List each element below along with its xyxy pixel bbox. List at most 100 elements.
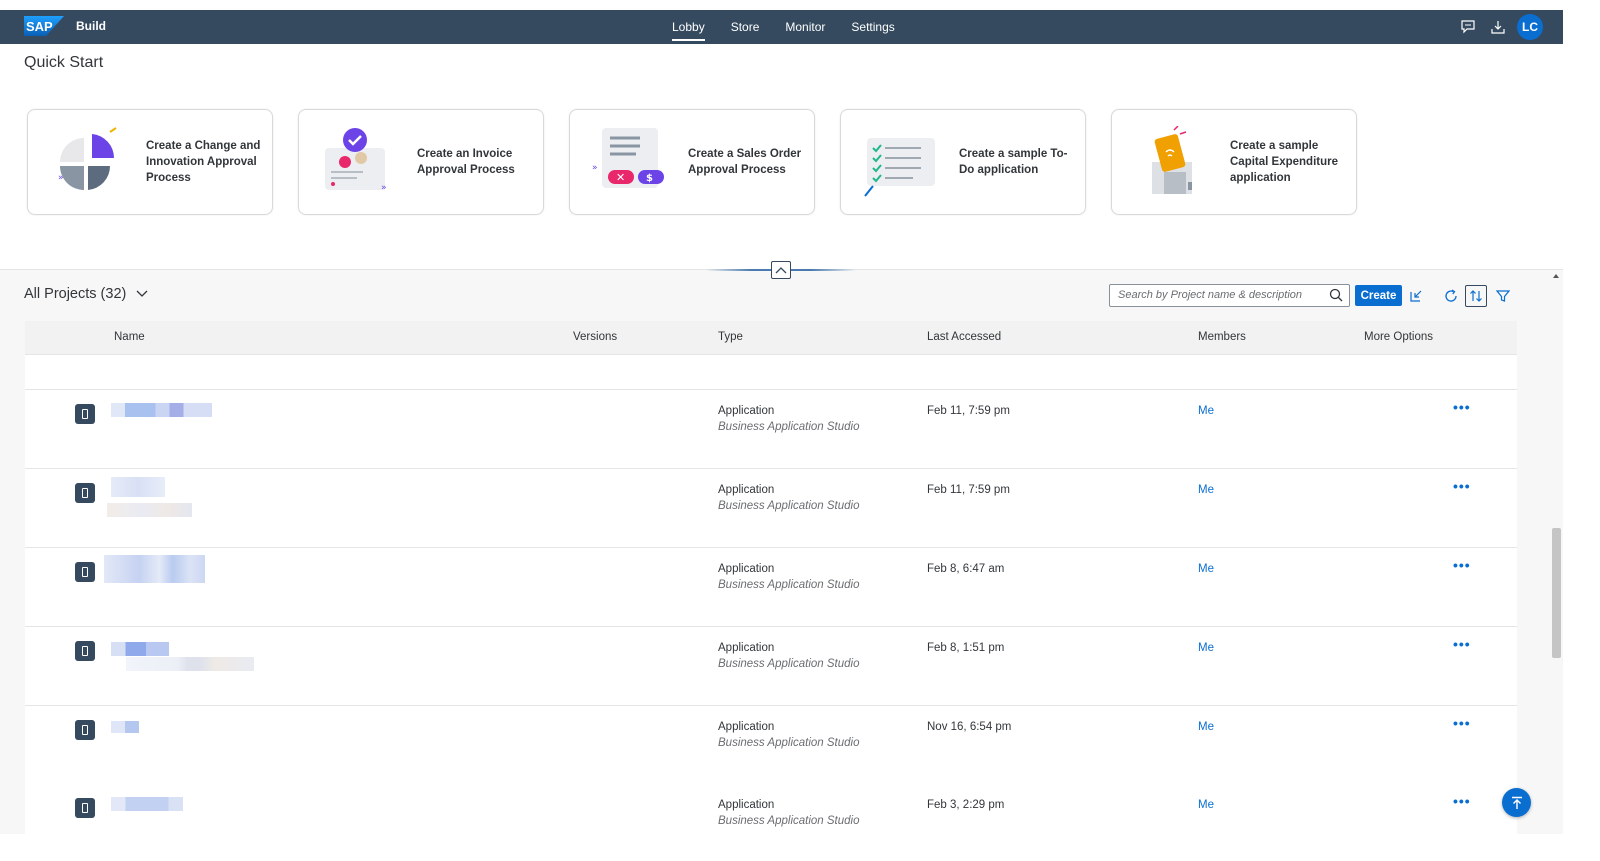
download-icon[interactable] [1489,18,1507,36]
more-options-icon[interactable]: ••• [1453,478,1471,494]
main-nav: Lobby Store Monitor Settings [672,10,921,44]
column-name[interactable]: Name [114,331,145,343]
table-row[interactable]: Application Business Application Studio … [25,627,1517,706]
pie-chart-illustration-icon: » [58,127,117,190]
product-name: Build [76,19,106,33]
project-description-redacted [107,503,192,517]
refresh-icon[interactable] [1440,285,1462,307]
arrow-to-top-icon [1511,796,1522,809]
svg-text:✕: ✕ [616,171,625,184]
project-subtype: Business Application Studio [718,579,860,591]
members-link[interactable]: Me [1198,642,1214,654]
right-margin [1563,0,1600,861]
project-type: Application [718,721,775,733]
quick-start-card-sales-order[interactable]: ✕ $ » Create a Sales Order Approval Proc… [569,109,815,215]
project-subtype: Business Application Studio [718,500,860,512]
column-type[interactable]: Type [718,331,743,343]
quick-start-card-capex[interactable]: Create a sample Capital Expenditure appl… [1111,109,1357,215]
project-name-redacted[interactable] [104,555,205,583]
more-options-icon[interactable]: ••• [1453,636,1471,652]
invoice-illustration-icon: » [325,128,387,193]
application-icon [75,641,95,661]
project-name-redacted[interactable] [111,403,212,417]
search-placeholder: Search by Project name & description [1118,289,1303,301]
filter-icon[interactable] [1492,285,1514,307]
project-type: Application [718,563,775,575]
svg-text:»: » [592,163,598,173]
table-row[interactable]: Application Business Application Studio … [25,548,1517,627]
svg-text:»: » [381,183,387,193]
last-accessed: Feb 8, 6:47 am [927,563,1005,575]
sort-icon[interactable] [1465,285,1487,307]
search-icon[interactable] [1329,288,1343,302]
project-subtype: Business Application Studio [718,737,860,749]
members-link[interactable]: Me [1198,799,1214,811]
application-icon [75,562,95,582]
column-last-accessed[interactable]: Last Accessed [927,331,1001,343]
members-link[interactable]: Me [1198,721,1214,733]
collapse-quick-start-button[interactable] [771,261,791,279]
quick-start-card-invoice[interactable]: » Create an Invoice Approval Process [298,109,544,215]
application-icon [75,404,95,424]
table-row-empty [25,356,1517,390]
scrollbar-thumb[interactable] [1552,528,1561,658]
project-search-input[interactable]: Search by Project name & description [1109,284,1350,307]
more-options-icon[interactable]: ••• [1453,557,1471,573]
members-link[interactable]: Me [1198,484,1214,496]
table-header: Name Versions Type Last Accessed Members… [25,321,1517,355]
last-accessed: Nov 16, 6:54 pm [927,721,1012,733]
chevron-down-icon [136,290,148,297]
svg-text:$: $ [646,173,653,184]
nav-settings[interactable]: Settings [851,10,894,44]
shell-actions: LC [1447,10,1543,44]
quick-start-cards: » Create a Change and Innovation Approva… [27,109,1382,215]
more-options-icon[interactable]: ••• [1453,715,1471,731]
quick-start-title: Quick Start [24,54,104,71]
top-margin [0,0,1600,10]
project-name-redacted[interactable] [111,642,169,656]
nav-monitor[interactable]: Monitor [785,10,825,44]
card-label: Create a sample Capital Expenditure appl… [1230,140,1338,184]
application-icon [75,798,95,818]
bottom-margin [0,834,1600,861]
quick-start-card-todo[interactable]: Create a sample To-Do application [840,109,1086,215]
last-accessed: Feb 11, 7:59 pm [927,484,1010,496]
table-row[interactable]: Application Business Application Studio … [25,706,1517,785]
card-label: Create an Invoice Approval Process [417,148,515,176]
project-type: Application [718,799,775,811]
nav-store[interactable]: Store [731,10,760,44]
project-name-redacted[interactable] [111,797,183,811]
sap-logo-icon[interactable]: SAP [24,16,64,36]
project-subtype: Business Application Studio [718,421,860,433]
scroll-up-arrow-icon[interactable] [1553,274,1559,278]
projects-table: Name Versions Type Last Accessed Members… [25,321,1517,861]
more-options-icon[interactable]: ••• [1453,793,1471,809]
card-label: Create a Change and Innovation Approval … [146,140,261,184]
capital-expenditure-illustration-icon [1152,126,1192,194]
card-label: Create a Sales Order Approval Process [688,148,802,176]
project-name-redacted[interactable] [111,721,139,733]
members-link[interactable]: Me [1198,405,1214,417]
more-options-icon[interactable]: ••• [1453,399,1471,415]
column-versions[interactable]: Versions [573,331,617,343]
members-link[interactable]: Me [1198,563,1214,575]
nav-lobby[interactable]: Lobby [672,10,705,44]
project-type: Application [718,642,775,654]
project-name-redacted[interactable] [111,477,165,497]
projects-filter-dropdown[interactable]: All Projects (32) [24,286,148,302]
scroll-to-top-button[interactable] [1502,788,1531,817]
sales-order-illustration-icon: ✕ $ » [592,128,664,188]
user-avatar[interactable]: LC [1517,14,1543,40]
sap-logo-text: SAP [26,19,53,34]
application-icon [75,483,95,503]
import-icon[interactable] [1405,285,1427,307]
last-accessed: Feb 11, 7:59 pm [927,405,1010,417]
todo-list-illustration-icon [864,138,935,197]
projects-title: All Projects (32) [24,286,127,302]
feedback-icon[interactable] [1459,18,1477,36]
table-row[interactable]: Application Business Application Studio … [25,469,1517,548]
column-members[interactable]: Members [1198,331,1246,343]
create-button[interactable]: Create [1355,285,1402,306]
table-row[interactable]: Application Business Application Studio … [25,390,1517,469]
quick-start-card-change-innovation[interactable]: » Create a Change and Innovation Approva… [27,109,273,215]
